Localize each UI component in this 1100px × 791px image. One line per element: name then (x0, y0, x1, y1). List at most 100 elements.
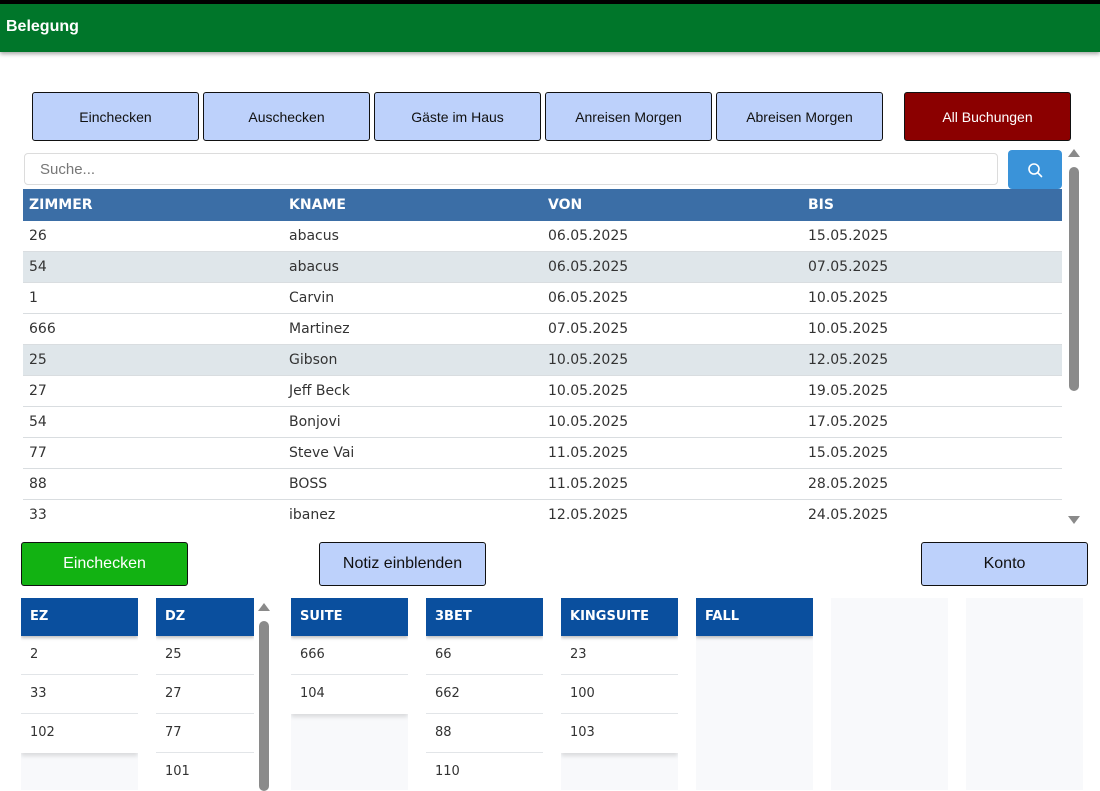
scroll-down-icon[interactable] (1068, 516, 1080, 524)
room-list: 666 104 (291, 636, 408, 714)
room-column-ez: EZ 2 33 102 (21, 598, 138, 790)
scroll-up-icon[interactable] (258, 603, 270, 611)
cell-bis: 12.05.2025 (808, 352, 889, 368)
room-item[interactable]: 101 (156, 753, 254, 790)
tab-einchecken[interactable]: Einchecken (32, 92, 199, 141)
booking-table: ZIMMER KNAME VON BIS 26 abacus 06.05.202… (23, 189, 1062, 528)
cell-von: 11.05.2025 (548, 476, 629, 492)
room-column-kingsuite: KINGSUITE 23 100 103 (561, 598, 678, 790)
room-item[interactable]: 88 (426, 714, 543, 753)
room-item[interactable]: 33 (21, 675, 138, 714)
room-item[interactable]: 66 (426, 636, 543, 675)
room-list: 66 662 88 110 (426, 636, 543, 790)
cell-zimmer: 54 (29, 414, 47, 430)
room-item[interactable]: 77 (156, 714, 254, 753)
search-button[interactable] (1008, 150, 1062, 189)
tab-anreisen-morgen[interactable]: Anreisen Morgen (545, 92, 712, 141)
page-title: Belegung (6, 18, 79, 35)
show-note-button[interactable]: Notiz einblenden (319, 542, 486, 586)
cell-kname: Carvin (289, 290, 335, 306)
cell-kname: Gibson (289, 352, 338, 368)
cell-zimmer: 77 (29, 445, 47, 461)
room-item[interactable]: 27 (156, 675, 254, 714)
cell-zimmer: 1 (29, 290, 38, 306)
cell-zimmer: 25 (29, 352, 47, 368)
table-row[interactable]: 1 Carvin 06.05.2025 10.05.2025 (23, 283, 1062, 314)
tab-gaeste-im-haus[interactable]: Gäste im Haus (374, 92, 541, 141)
cell-von: 10.05.2025 (548, 352, 629, 368)
table-row[interactable]: 77 Steve Vai 11.05.2025 15.05.2025 (23, 438, 1062, 469)
room-column-suite: SUITE 666 104 (291, 598, 408, 790)
room-item[interactable]: 102 (21, 714, 138, 753)
cell-kname: ibanez (289, 507, 336, 523)
search-icon (1028, 162, 1043, 177)
room-column-header: FALL (696, 598, 813, 636)
booking-panel: ZIMMER KNAME VON BIS 26 abacus 06.05.202… (21, 143, 1064, 528)
room-item[interactable]: 100 (561, 675, 678, 714)
cell-zimmer: 33 (29, 507, 47, 523)
room-list: 25 27 77 101 (156, 636, 254, 790)
cell-kname: BOSS (289, 476, 328, 492)
column-header-kname[interactable]: KNAME (289, 197, 346, 213)
column-header-von[interactable]: VON (548, 197, 582, 213)
room-item[interactable]: 104 (291, 675, 408, 714)
room-column-dz: DZ 25 27 77 101 (156, 598, 254, 790)
table-row[interactable]: 26 abacus 06.05.2025 15.05.2025 (23, 221, 1062, 252)
room-item[interactable]: 2 (21, 636, 138, 675)
table-scrollbar[interactable] (1067, 145, 1081, 528)
room-item[interactable]: 23 (561, 636, 678, 675)
column-header-zimmer[interactable]: ZIMMER (29, 197, 93, 213)
table-row[interactable]: 666 Martinez 07.05.2025 10.05.2025 (23, 314, 1062, 345)
cell-von: 10.05.2025 (548, 414, 629, 430)
cell-von: 10.05.2025 (548, 383, 629, 399)
table-row[interactable]: 27 Jeff Beck 10.05.2025 19.05.2025 (23, 376, 1062, 407)
cell-kname: abacus (289, 228, 339, 244)
cell-bis: 17.05.2025 (808, 414, 889, 430)
cell-kname: Bonjovi (289, 414, 341, 430)
cell-kname: Jeff Beck (289, 383, 350, 399)
cell-bis: 28.05.2025 (808, 476, 889, 492)
room-list: 2 33 102 (21, 636, 138, 753)
column-header-bis[interactable]: BIS (808, 197, 834, 213)
room-column-empty (831, 598, 948, 790)
cell-bis: 10.05.2025 (808, 321, 889, 337)
cell-von: 07.05.2025 (548, 321, 629, 337)
account-button[interactable]: Konto (921, 542, 1088, 586)
cell-kname: abacus (289, 259, 339, 275)
cell-kname: Steve Vai (289, 445, 355, 461)
room-column-fall: FALL (696, 598, 813, 790)
cell-von: 11.05.2025 (548, 445, 629, 461)
table-row[interactable]: 33 ibanez 12.05.2025 24.05.2025 (23, 500, 1062, 528)
room-item[interactable]: 103 (561, 714, 678, 753)
tab-abreisen-morgen[interactable]: Abreisen Morgen (716, 92, 883, 141)
room-item[interactable]: 662 (426, 675, 543, 714)
room-item[interactable]: 110 (426, 753, 543, 790)
cell-von: 06.05.2025 (548, 290, 629, 306)
cell-zimmer: 26 (29, 228, 47, 244)
room-column-header: SUITE (291, 598, 408, 636)
tab-auschecken[interactable]: Auschecken (203, 92, 370, 141)
scroll-up-icon[interactable] (1068, 149, 1080, 157)
cell-zimmer: 88 (29, 476, 47, 492)
tab-bar: Einchecken Auschecken Gäste im Haus Anre… (32, 92, 1072, 141)
room-column-header: EZ (21, 598, 138, 636)
table-row[interactable]: 54 Bonjovi 10.05.2025 17.05.2025 (23, 407, 1062, 438)
cell-zimmer: 666 (29, 321, 56, 337)
cell-von: 06.05.2025 (548, 228, 629, 244)
room-column-3bet: 3BET 66 662 88 110 (426, 598, 543, 790)
table-row[interactable]: 88 BOSS 11.05.2025 28.05.2025 (23, 469, 1062, 500)
room-item[interactable]: 666 (291, 636, 408, 675)
dz-scrollbar[interactable] (257, 601, 271, 791)
table-row[interactable]: 54 abacus 06.05.2025 07.05.2025 (23, 252, 1062, 283)
tab-all-buchungen[interactable]: All Buchungen (904, 92, 1071, 141)
checkin-button[interactable]: Einchecken (21, 542, 188, 586)
table-header: ZIMMER KNAME VON BIS (23, 189, 1062, 221)
search-input[interactable] (24, 153, 998, 185)
room-item[interactable]: 25 (156, 636, 254, 675)
table-row[interactable]: 25 Gibson 10.05.2025 12.05.2025 (23, 345, 1062, 376)
scrollbar-thumb[interactable] (259, 621, 269, 791)
cell-bis: 07.05.2025 (808, 259, 889, 275)
cell-bis: 10.05.2025 (808, 290, 889, 306)
scrollbar-thumb[interactable] (1069, 167, 1079, 391)
cell-kname: Martinez (289, 321, 350, 337)
